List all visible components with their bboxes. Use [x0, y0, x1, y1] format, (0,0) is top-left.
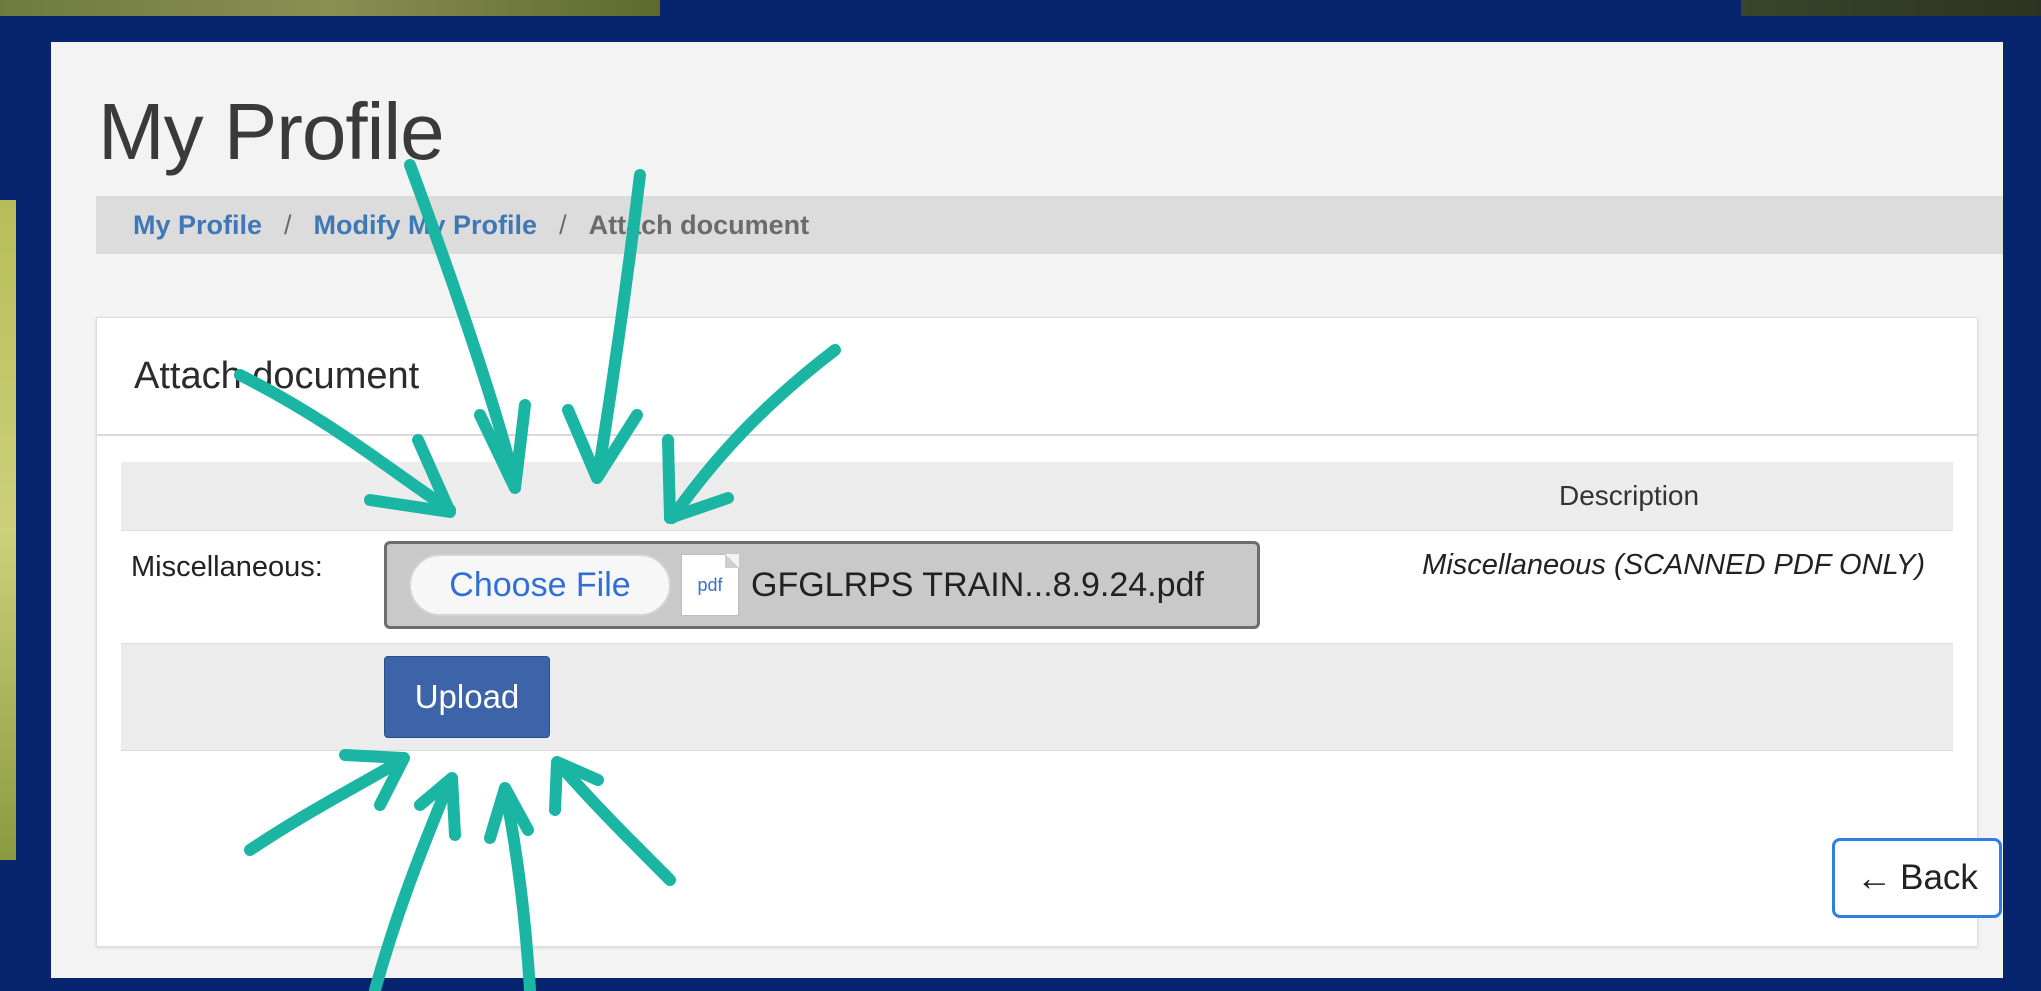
breadcrumb-separator: /: [284, 209, 292, 240]
arrow-left-icon: ←: [1856, 857, 1893, 898]
document-description: Miscellaneous (SCANNED PDF ONLY): [1422, 549, 1925, 581]
choose-file-button[interactable]: Choose File: [409, 554, 671, 616]
page-title: My Profile: [98, 87, 445, 176]
attachment-table: Description Miscellaneous: Choose File p…: [121, 462, 1953, 751]
table-row: Miscellaneous: Choose File pdf GFGLRPS T…: [121, 531, 1953, 644]
breadcrumb-link-my-profile[interactable]: My Profile: [133, 210, 262, 241]
file-icon-label: pdf: [697, 574, 723, 595]
attach-document-card: Attach document Description Miscellaneou…: [96, 317, 2002, 947]
browser-page: My Profile My Profile / Modify My Profil…: [51, 42, 2003, 978]
column-header-description: Description: [1559, 480, 1700, 511]
back-button[interactable]: ← Back: [1832, 838, 2002, 918]
breadcrumb-separator: /: [559, 209, 567, 240]
card-header: Attach document: [97, 318, 1977, 436]
table-header: Description: [121, 462, 1953, 531]
background-photo-strip: [1741, 0, 2041, 16]
file-input[interactable]: Choose File pdf GFGLRPS TRAIN...8.9.24.p…: [384, 541, 1260, 629]
background-photo-strip: [0, 200, 16, 860]
back-button-label: Back: [1900, 858, 1978, 897]
pdf-file-icon: pdf: [681, 554, 739, 616]
breadcrumb: My Profile / Modify My Profile / Attach …: [96, 196, 2003, 254]
breadcrumb-link-modify-profile[interactable]: Modify My Profile: [314, 210, 538, 241]
background-photo-strip: [0, 0, 660, 16]
card-title: Attach document: [134, 354, 420, 397]
table-row: Upload: [121, 644, 1953, 751]
breadcrumb-current: Attach document: [588, 209, 810, 240]
document-type-label: Miscellaneous:: [131, 551, 323, 583]
upload-button[interactable]: Upload: [384, 656, 550, 738]
selected-file-name: GFGLRPS TRAIN...8.9.24.pdf: [751, 565, 1204, 604]
